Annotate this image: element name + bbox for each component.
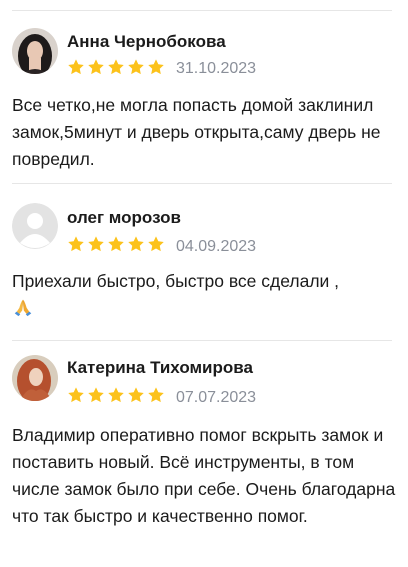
- star-icon: [148, 236, 164, 252]
- review-text: Все четко,не могла попасть домой заклини…: [12, 95, 381, 169]
- divider: [12, 340, 392, 341]
- review-author[interactable]: олег морозов: [67, 208, 181, 228]
- rating-stars: [67, 386, 165, 404]
- star-icon: [148, 59, 164, 75]
- default-user-icon[interactable]: [12, 203, 58, 249]
- star-icon: [128, 59, 144, 75]
- review-author[interactable]: Анна Чернобокова: [67, 32, 226, 52]
- star-icon: [128, 236, 144, 252]
- star-icon: [88, 59, 104, 75]
- star-icon: [108, 387, 124, 403]
- avatar[interactable]: [12, 28, 58, 74]
- star-icon: [148, 387, 164, 403]
- review-text: Владимир оперативно помог вскрыть замок …: [12, 425, 396, 526]
- star-icon: [108, 236, 124, 252]
- review-text-body: Приехали быстро, быстро все сделали ,: [12, 271, 340, 291]
- review-date: 31.10.2023: [176, 60, 257, 77]
- star-icon: [68, 236, 84, 252]
- divider: [12, 10, 392, 11]
- avatar[interactable]: [12, 355, 58, 401]
- star-icon: [68, 387, 84, 403]
- review-date: 07.07.2023: [176, 389, 257, 406]
- review-date: 04.09.2023: [176, 238, 257, 255]
- rating-stars: [67, 58, 165, 76]
- review-text: Приехали быстро, быстро все сделали ,: [12, 268, 396, 322]
- star-icon: [128, 387, 144, 403]
- star-icon: [108, 59, 124, 75]
- star-icon: [88, 387, 104, 403]
- folded-hands-icon: [14, 299, 32, 317]
- rating-stars: [67, 235, 165, 253]
- star-icon: [88, 236, 104, 252]
- reviews-list: Анна Чернобокова 31.10.2023 Все четко,не…: [0, 0, 408, 567]
- star-icon: [68, 59, 84, 75]
- review-author[interactable]: Катерина Тихомирова: [67, 358, 253, 378]
- divider: [12, 183, 392, 184]
